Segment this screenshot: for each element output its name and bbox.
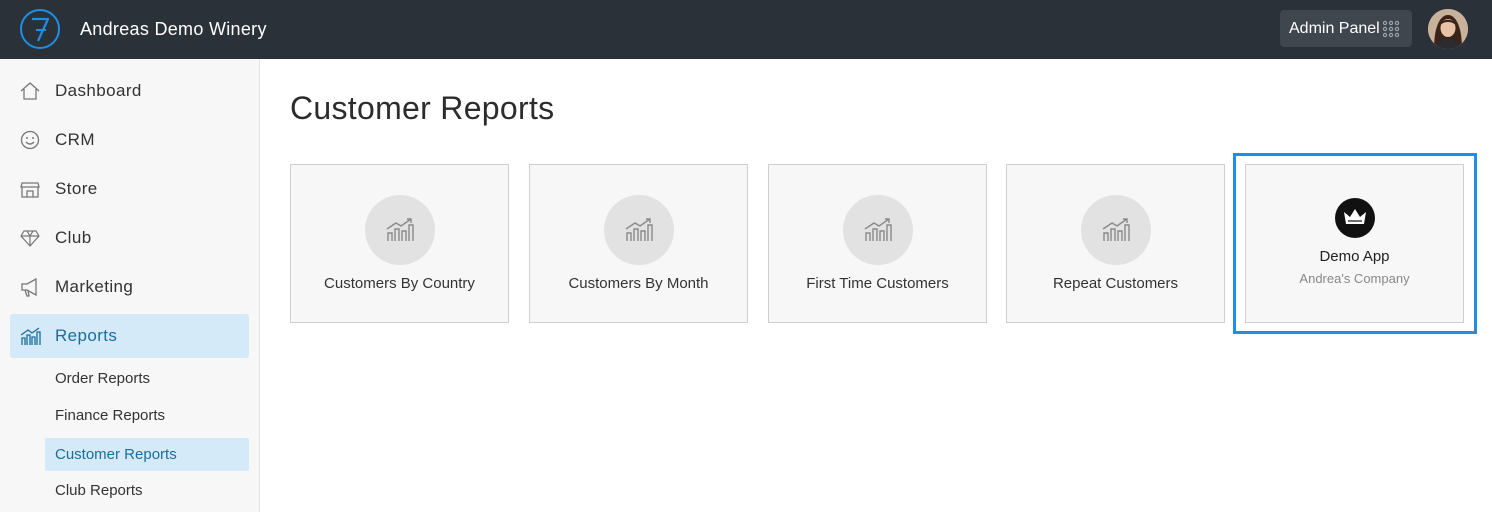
apps-grid-icon (1382, 20, 1400, 38)
report-card-label: Customers By Country (324, 275, 475, 292)
diamond-icon (20, 230, 40, 247)
sidebar-item-label: CRM (55, 130, 95, 149)
report-card-label: Customers By Month (568, 275, 709, 292)
chart-growth-icon (1102, 218, 1130, 241)
sidebar-subitem-finance-reports[interactable]: Finance Reports (45, 399, 249, 432)
chart-growth-icon (864, 218, 892, 241)
sidebar-item-label: Store (55, 179, 98, 198)
card-icon-circle (364, 195, 435, 265)
smiley-icon (20, 130, 40, 150)
chart-growth-icon (386, 218, 414, 241)
sidebar-item-dashboard[interactable]: Dashboard (10, 69, 249, 113)
home-icon (20, 82, 40, 100)
app-title: Andreas Demo Winery (80, 19, 267, 39)
sidebar-item-club[interactable]: Club (10, 216, 249, 260)
sidebar-item-label: Club (55, 228, 92, 247)
commerce7-logo-icon[interactable] (19, 8, 61, 50)
report-card-repeat-customers[interactable]: Repeat Customers (1006, 164, 1225, 323)
sidebar-item-marketing[interactable]: Marketing (10, 265, 249, 309)
report-card-label: First Time Customers (806, 275, 949, 292)
sidebar-item-label: Reports (55, 326, 118, 345)
report-card-customers-by-country[interactable]: Customers By Country (290, 164, 509, 323)
megaphone-icon (21, 277, 37, 297)
sidebar-item-store[interactable]: Store (10, 167, 249, 211)
sidebar-item-label: Marketing (55, 277, 134, 296)
admin-panel-label: Admin Panel (1289, 19, 1380, 37)
app-card-demo-app[interactable]: Demo App Andrea's Company (1245, 164, 1464, 323)
sidebar-item-label: Dashboard (55, 81, 142, 100)
sidebar: Dashboard CRM Store Club Marketing Repor… (0, 59, 260, 512)
user-avatar[interactable] (1428, 9, 1468, 49)
user-photo-icon (1428, 9, 1468, 49)
app-company: Andrea's Company (1299, 271, 1410, 286)
card-icon-circle (603, 195, 674, 265)
sidebar-subitem-customer-reports[interactable]: Customer Reports (45, 438, 249, 471)
card-icon-circle (1080, 195, 1151, 265)
top-bar: Andreas Demo Winery Admin Panel (0, 0, 1492, 59)
report-card-label: Repeat Customers (1052, 275, 1179, 292)
sidebar-subitem-club-reports[interactable]: Club Reports (45, 474, 249, 507)
report-card-first-time-customers[interactable]: First Time Customers (768, 164, 987, 323)
crown-icon (1334, 198, 1375, 238)
card-icon-circle (842, 195, 913, 265)
page-title: Customer Reports (290, 90, 555, 126)
sidebar-item-reports[interactable]: Reports (10, 314, 249, 358)
app-name: Demo App (1319, 248, 1390, 265)
report-card-customers-by-month[interactable]: Customers By Month (529, 164, 748, 323)
storefront-icon (20, 182, 40, 198)
sidebar-item-crm[interactable]: CRM (10, 118, 249, 162)
bar-chart-icon (20, 327, 41, 345)
sidebar-subitem-order-reports[interactable]: Order Reports (45, 362, 249, 395)
admin-panel-button[interactable]: Admin Panel (1280, 10, 1412, 47)
chart-growth-icon (625, 218, 653, 241)
